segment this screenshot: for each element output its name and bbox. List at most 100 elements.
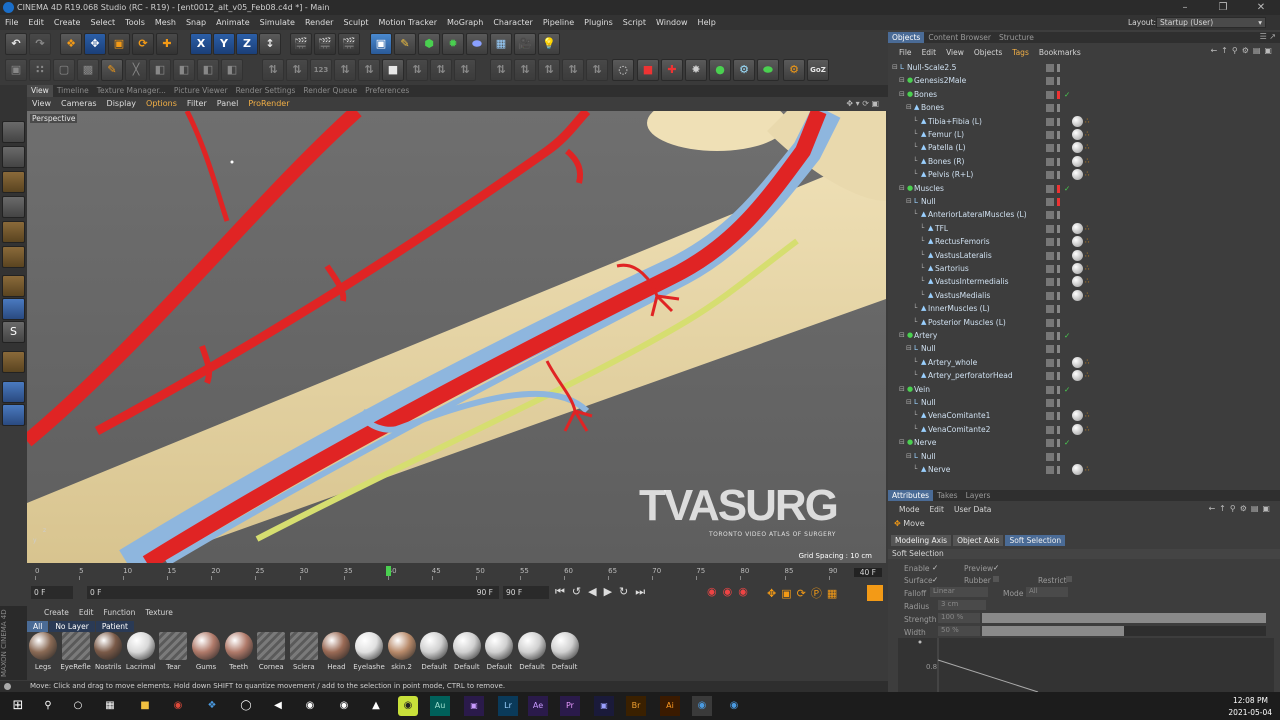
layer-dots-icon[interactable] xyxy=(1057,157,1060,166)
preview-checkbox[interactable]: ✓ xyxy=(993,563,999,572)
object-row[interactable]: └ ▲ VastusIntermedialis ∴ xyxy=(888,275,1280,288)
rotate-tool-icon[interactable]: ⟳ xyxy=(132,33,154,55)
visibility-icon[interactable] xyxy=(1046,466,1054,474)
view-tab-preferences[interactable]: Preferences xyxy=(361,85,413,97)
tag-icon[interactable]: ∴ xyxy=(1085,356,1089,369)
visibility-icon[interactable] xyxy=(1046,318,1054,327)
material-tag-icon[interactable] xyxy=(1072,129,1083,140)
layer-dots-icon[interactable] xyxy=(1057,358,1060,367)
visibility-icon[interactable] xyxy=(1046,265,1054,273)
playback-controls[interactable]: ⏮↺◀▶↻⏭ xyxy=(555,585,652,601)
goz-icon[interactable]: GoZ xyxy=(807,59,829,81)
search-icon[interactable]: ⚲ xyxy=(38,696,58,716)
strength-field[interactable]: 100 % xyxy=(938,613,980,623)
extrude-icon[interactable]: ⇅ xyxy=(430,59,452,81)
expand-icon[interactable]: └ xyxy=(913,463,917,476)
object-row[interactable]: └ ▲ Posterior Muscles (L) xyxy=(888,316,1280,329)
check-icon[interactable]: ✓ xyxy=(1064,182,1070,195)
layer-dots-icon[interactable] xyxy=(1057,412,1060,421)
expand-icon[interactable]: └ xyxy=(913,115,917,128)
object-row[interactable]: ⊟ ● Vein ✓ xyxy=(888,383,1280,396)
material-tag-icon[interactable] xyxy=(1072,410,1083,422)
falloff-select[interactable]: Linear xyxy=(930,587,988,597)
app-icon-4[interactable]: ◉ xyxy=(300,696,320,716)
sculpt-mode-icon[interactable]: ◧ xyxy=(173,59,195,81)
expand-icon[interactable]: └ xyxy=(913,208,917,221)
playhead[interactable] xyxy=(385,566,391,576)
layer-dots-icon[interactable] xyxy=(1057,385,1060,394)
workplane-icon[interactable]: ◧ xyxy=(221,59,243,81)
visibility-icon[interactable] xyxy=(1046,131,1054,139)
redo-button[interactable]: ↷ xyxy=(29,33,51,55)
visibility-icon[interactable] xyxy=(1046,332,1054,340)
undo-button[interactable]: ↶ xyxy=(5,33,27,55)
object-row[interactable]: └ ▲ AnteriorLateralMuscles (L) xyxy=(888,208,1280,221)
app-icon-8[interactable]: ▣ xyxy=(594,696,614,716)
illustrator-icon[interactable]: Ai xyxy=(660,696,680,716)
texture-mode-icon[interactable] xyxy=(2,146,25,168)
menu-plugins[interactable]: Plugins xyxy=(579,15,618,30)
view-tab-texture-manager-[interactable]: Texture Manager... xyxy=(93,85,170,97)
layer-dots-icon[interactable] xyxy=(1057,104,1060,113)
expand-icon[interactable]: ⊟ xyxy=(899,182,905,195)
subdivision-icon[interactable]: ⬢ xyxy=(418,33,440,55)
material-swatch[interactable]: Nostrils xyxy=(92,632,124,676)
object-row[interactable]: ⊟ L Null xyxy=(888,342,1280,355)
restrict-checkbox[interactable] xyxy=(1066,576,1072,582)
object-row[interactable]: └ ▲ Patella (L) ∴ xyxy=(888,141,1280,154)
bike-icon[interactable]: ◌ xyxy=(612,59,634,81)
object-row[interactable]: └ ▲ InnerMuscles (L) xyxy=(888,302,1280,315)
check-icon[interactable]: ✓ xyxy=(1064,329,1070,342)
object-row[interactable]: ⊟ ● Bones ✓ xyxy=(888,88,1280,101)
start-frame-field[interactable]: 0 F xyxy=(31,586,73,599)
pen-spline-icon[interactable]: ✎ xyxy=(394,33,416,55)
expand-icon[interactable]: └ xyxy=(913,423,917,436)
move-tool-icon[interactable]: ✥ xyxy=(84,33,106,55)
expand-icon[interactable]: └ xyxy=(920,222,924,235)
app-icon-2[interactable]: ◯ xyxy=(236,696,256,716)
app-icon-7[interactable]: ◉ xyxy=(398,696,418,716)
tag-icon[interactable]: ∴ xyxy=(1085,249,1089,262)
visibility-icon[interactable] xyxy=(1046,278,1054,287)
layer-dots-icon[interactable] xyxy=(1057,238,1060,247)
points-icon[interactable] xyxy=(2,196,25,218)
menu-select[interactable]: Select xyxy=(85,15,120,30)
render-view-icon[interactable]: 🎬 xyxy=(290,33,312,55)
align-icon[interactable]: ⇅ xyxy=(334,59,356,81)
layer-dots-icon[interactable] xyxy=(1057,439,1060,448)
expand-icon[interactable]: └ xyxy=(920,289,924,302)
bridge-icon[interactable]: ▣ xyxy=(464,696,484,716)
polygons-icon[interactable] xyxy=(2,246,25,268)
object-row[interactable]: └ ▲ Artery_whole ∴ xyxy=(888,356,1280,369)
recent-tool-icon[interactable]: ✚ xyxy=(156,33,178,55)
current-frame-field[interactable]: 40 F xyxy=(853,568,882,577)
make-editable-icon[interactable]: ▣ xyxy=(5,59,27,81)
view-menu-prorender[interactable]: ProRender xyxy=(243,97,294,111)
surface-checkbox[interactable]: ✓ xyxy=(932,575,938,584)
model-mode-icon[interactable] xyxy=(2,121,25,143)
cinema4d-taskbar-icon[interactable]: ◉ xyxy=(692,696,712,716)
brush-tool-icon[interactable]: ✎ xyxy=(101,59,123,81)
menu-sculpt[interactable]: Sculpt xyxy=(338,15,373,30)
view-tab-render-queue[interactable]: Render Queue xyxy=(299,85,361,97)
visibility-icon[interactable] xyxy=(1046,184,1054,193)
objects-menu-view[interactable]: View xyxy=(941,46,969,59)
material-menu-texture[interactable]: Texture xyxy=(140,608,177,617)
view-tab-timeline[interactable]: Timeline xyxy=(53,85,93,97)
object-row[interactable]: ⊟ L Null xyxy=(888,396,1280,409)
layer-dots-icon[interactable] xyxy=(1057,466,1060,474)
menu-tools[interactable]: Tools xyxy=(120,15,150,30)
object-row[interactable]: └ ▲ Artery_perforatorHead ∴ xyxy=(888,369,1280,382)
render-settings-gear-icon[interactable]: ⚙ xyxy=(783,59,805,81)
expand-icon[interactable]: ⊟ xyxy=(906,101,912,114)
bevel-icon[interactable]: ⇅ xyxy=(454,59,476,81)
visibility-icon[interactable] xyxy=(1046,64,1054,72)
cortana-icon[interactable]: ○ xyxy=(68,696,88,716)
edges-mode-icon[interactable]: ▢ xyxy=(53,59,75,81)
polygons-mode-icon[interactable]: ▩ xyxy=(77,59,99,81)
expand-icon[interactable]: └ xyxy=(913,128,917,141)
clapper-icon[interactable]: ■ xyxy=(637,59,659,81)
layer-dots-icon[interactable] xyxy=(1057,399,1060,407)
visibility-icon[interactable] xyxy=(1046,224,1054,233)
layer-dots-icon[interactable] xyxy=(1057,332,1060,340)
